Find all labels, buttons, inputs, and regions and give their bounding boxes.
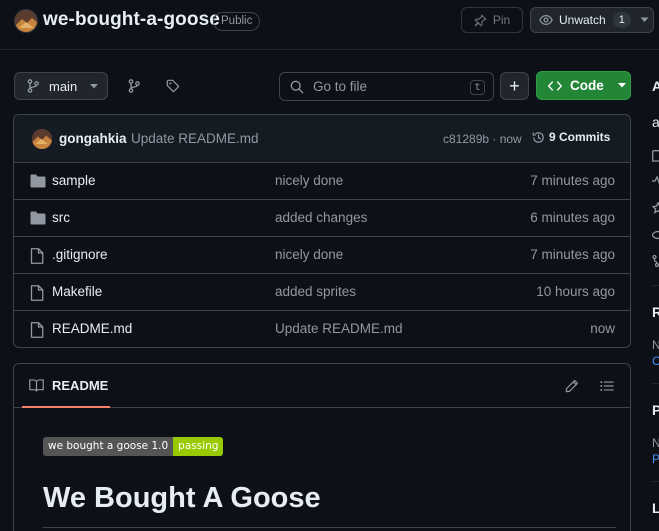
file-row[interactable]: sample nicely done 7 minutes ago — [14, 163, 630, 200]
file-commit-time: 10 hours ago — [536, 284, 615, 299]
file-name[interactable]: src — [52, 210, 70, 225]
search-icon — [290, 80, 304, 94]
latest-commit-bar: gongahkia Update README.md c81289b · now… — [14, 115, 630, 163]
folder-icon — [30, 211, 46, 225]
file-commit-time: now — [590, 321, 615, 336]
readme-panel: README we bought a goose 1.0 passing We … — [13, 363, 631, 531]
file-name[interactable]: sample — [52, 173, 96, 188]
readme-header: README — [14, 364, 630, 408]
sidebar-divider — [652, 285, 659, 286]
releases-note: N — [652, 338, 659, 352]
readme-tab-label: README — [52, 378, 109, 393]
active-tab-indicator — [22, 406, 110, 408]
file-icon — [30, 285, 44, 301]
git-branch-icon — [128, 79, 140, 93]
file-name[interactable]: Makefile — [52, 284, 102, 299]
chevron-down-icon[interactable] — [640, 17, 649, 23]
activity-icon[interactable] — [652, 175, 659, 187]
code-icon — [548, 80, 562, 92]
releases-heading[interactable]: R — [652, 304, 659, 320]
branches-button[interactable] — [122, 74, 146, 98]
file-commit-message[interactable]: added sprites — [275, 284, 356, 299]
sidebar-divider — [652, 383, 659, 384]
file-commit-message[interactable]: nicely done — [275, 173, 343, 188]
file-commit-time: 7 minutes ago — [530, 173, 615, 188]
visibility-badge: Public — [213, 12, 261, 31]
file-icon — [30, 322, 44, 338]
commit-author[interactable]: gongahkia — [59, 131, 127, 146]
edit-readme-button[interactable] — [560, 374, 584, 398]
badge-label: we bought a goose 1.0 — [43, 437, 174, 456]
commit-message[interactable]: Update README.md — [131, 131, 259, 146]
book-icon[interactable] — [652, 150, 659, 162]
about-description: a — [652, 114, 659, 130]
commits-count-label: 9 Commits — [549, 130, 611, 144]
pencil-icon — [565, 379, 579, 393]
outline-button[interactable] — [595, 374, 619, 398]
branch-name: main — [49, 78, 78, 94]
unwatch-button[interactable]: Unwatch 1 — [530, 7, 654, 33]
pin-button[interactable]: Pin — [461, 7, 523, 33]
commit-hash-time[interactable]: c81289b · now — [443, 132, 522, 146]
tab-readme[interactable]: README — [29, 378, 108, 393]
add-file-button[interactable]: + — [500, 72, 529, 100]
heading-divider — [43, 527, 616, 528]
version-badge[interactable]: we bought a goose 1.0 passing — [43, 437, 224, 456]
file-commit-time: 7 minutes ago — [530, 247, 615, 262]
star-icon[interactable] — [652, 202, 659, 214]
badge-status: passing — [173, 437, 224, 456]
eye-icon[interactable] — [652, 229, 659, 241]
releases-link[interactable]: C — [652, 354, 659, 368]
file-row[interactable]: src added changes 6 minutes ago — [14, 200, 630, 237]
readme-heading: We Bought A Goose — [43, 482, 321, 514]
packages-note: N — [652, 436, 659, 450]
book-icon — [29, 379, 44, 392]
pin-icon — [474, 13, 487, 27]
sidebar-divider — [652, 481, 659, 482]
list-icon — [600, 380, 614, 392]
code-button[interactable]: Code — [536, 71, 631, 100]
branch-selector[interactable]: main — [14, 72, 108, 100]
file-commit-time: 6 minutes ago — [530, 210, 615, 225]
git-branch-icon — [27, 79, 39, 93]
search-placeholder: Go to file — [313, 79, 368, 94]
file-row[interactable]: README.md Update README.md now — [14, 311, 630, 347]
commits-link[interactable]: 9 Commits — [532, 130, 610, 144]
file-browser: gongahkia Update README.md c81289b · now… — [13, 114, 631, 348]
fork-icon[interactable] — [652, 255, 659, 267]
code-label: Code — [570, 78, 604, 93]
history-icon — [532, 131, 545, 144]
tags-button[interactable] — [161, 74, 185, 98]
tag-icon — [166, 79, 180, 93]
file-commit-message[interactable]: added changes — [275, 210, 367, 225]
file-row[interactable]: .gitignore nicely done 7 minutes ago — [14, 237, 630, 274]
file-commit-message[interactable]: nicely done — [275, 247, 343, 262]
go-to-file-input[interactable]: Go to file t — [279, 72, 494, 101]
unwatch-label: Unwatch — [559, 13, 606, 27]
author-avatar[interactable] — [32, 129, 52, 149]
file-commit-message[interactable]: Update README.md — [275, 321, 403, 336]
repo-name[interactable]: we-bought-a-goose — [43, 9, 220, 31]
packages-heading[interactable]: P — [652, 402, 659, 418]
file-name[interactable]: .gitignore — [52, 247, 108, 262]
eye-icon — [539, 13, 553, 27]
file-row[interactable]: Makefile added sprites 10 hours ago — [14, 274, 630, 311]
file-name[interactable]: README.md — [52, 321, 132, 336]
folder-icon — [30, 174, 46, 188]
chevron-down-icon — [90, 83, 99, 89]
shortcut-key: t — [470, 80, 485, 95]
languages-heading: L — [652, 500, 659, 516]
pin-label: Pin — [492, 13, 511, 27]
plus-icon: + — [509, 76, 520, 96]
watch-count: 1 — [612, 12, 631, 28]
file-icon — [30, 248, 44, 264]
chevron-down-icon — [617, 83, 626, 88]
about-heading: A — [652, 78, 659, 94]
packages-link[interactable]: P — [652, 452, 659, 466]
owner-avatar[interactable] — [14, 9, 38, 33]
repo-header: we-bought-a-goose Public Pin Unwatch 1 — [0, 0, 659, 50]
